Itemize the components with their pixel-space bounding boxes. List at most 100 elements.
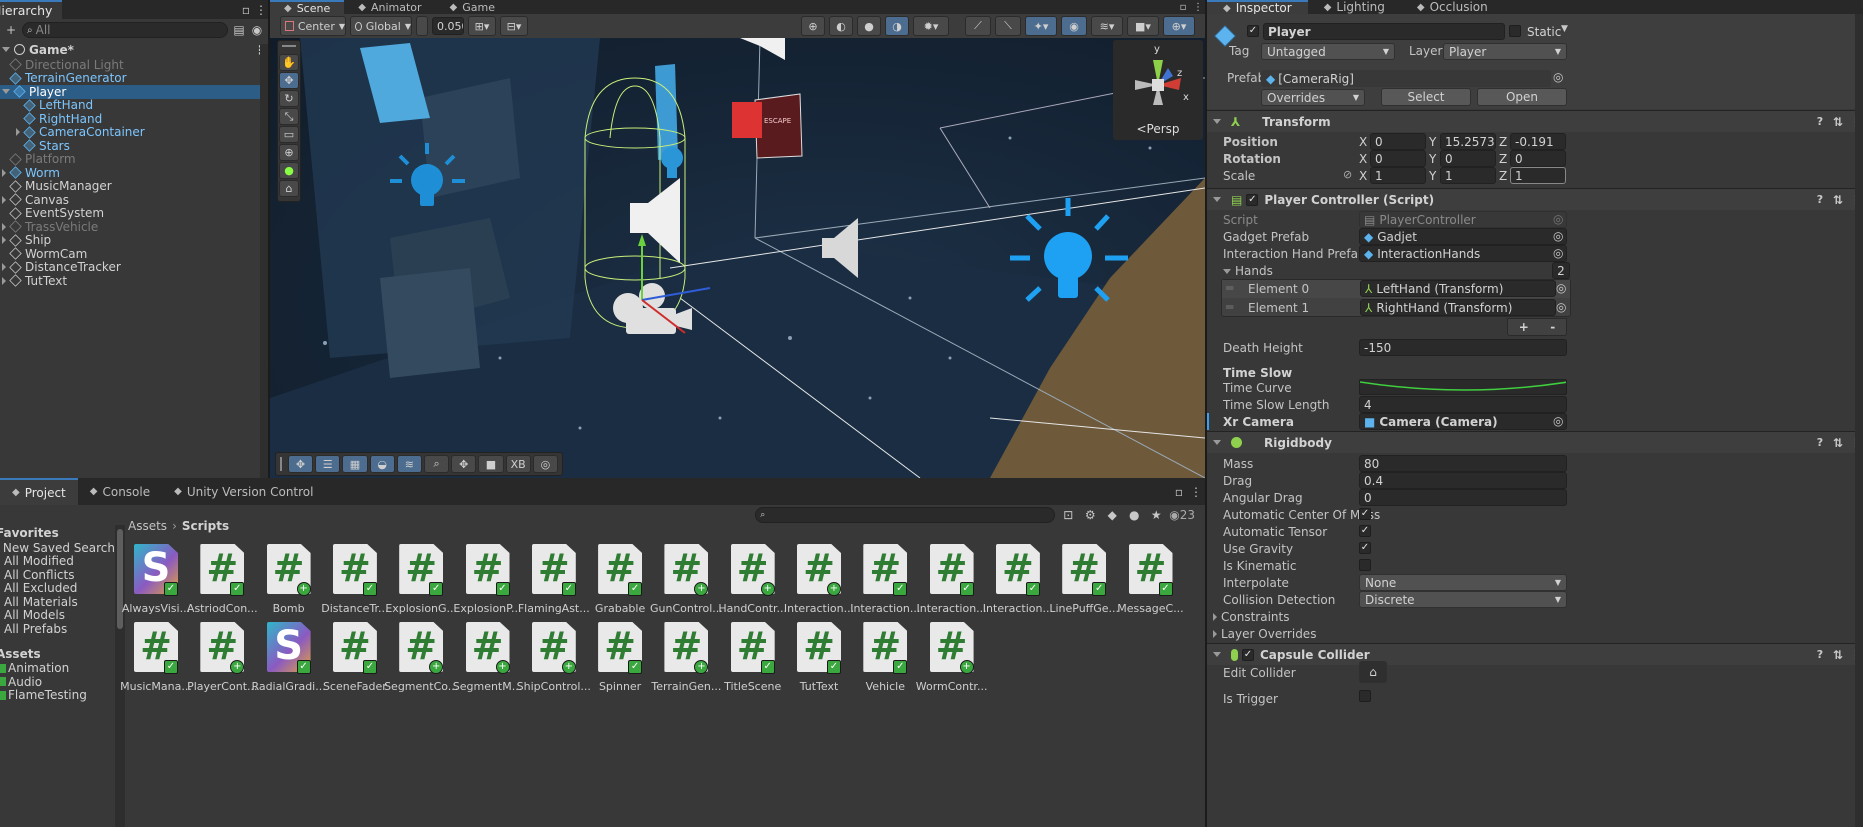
hierarchy-item[interactable]: MusicManager: [0, 179, 268, 193]
lock-icon[interactable]: ▫: [1175, 2, 1191, 13]
edit-collider-tool-icon[interactable]: ⌂: [279, 180, 299, 197]
preset-icon[interactable]: ⇅: [1829, 193, 1847, 207]
layer-dropdown[interactable]: Player ▼: [1443, 43, 1567, 60]
kebab-menu-icon[interactable]: ⋮: [1191, 2, 1205, 13]
foldout-open-icon[interactable]: [2, 47, 10, 52]
object-picker-icon[interactable]: ◎: [1553, 414, 1563, 428]
grid-snapping-dropdown[interactable]: ⊟▾: [500, 16, 528, 36]
drag-field[interactable]: 0.4: [1359, 472, 1567, 489]
projection-toggle[interactable]: <Persp: [1113, 122, 1203, 136]
hands-size-field[interactable]: 2: [1552, 262, 1570, 279]
asset-folder-item[interactable]: Animation: [0, 661, 115, 675]
hierarchy-item[interactable]: LeftHand: [0, 98, 268, 112]
active-checkbox[interactable]: ✓: [1247, 25, 1259, 37]
preset-icon[interactable]: ⇅: [1829, 436, 1847, 450]
scale-x-field[interactable]: 1: [1370, 167, 1426, 184]
favorite-item[interactable]: All Excluded: [0, 581, 115, 595]
scale-tool-icon[interactable]: ⤡: [279, 108, 299, 125]
script-asset[interactable]: # ✓ MessageC...: [1112, 544, 1190, 615]
interaction-hand-field[interactable]: ◆ InteractionHands: [1359, 245, 1567, 262]
overlay-compass-icon[interactable]: ◎: [532, 455, 558, 473]
kebab-menu-icon[interactable]: ⋮: [1187, 485, 1205, 499]
asset-folder-item[interactable]: FlameTesting: [0, 688, 115, 702]
mass-field[interactable]: 80: [1359, 455, 1567, 472]
object-picker-icon[interactable]: ◎: [1553, 212, 1563, 226]
move-tool-icon[interactable]: ✥: [279, 72, 299, 89]
static-dropdown-icon[interactable]: ▼: [1561, 24, 1568, 34]
hierarchy-item[interactable]: Platform: [0, 152, 268, 166]
time-slow-length-field[interactable]: 4: [1359, 396, 1567, 413]
inspector-scrollbar[interactable]: [1855, 14, 1863, 827]
overlay-camera-icon[interactable]: ■: [478, 455, 504, 473]
rotation-z-field[interactable]: 0: [1510, 150, 1566, 167]
angular-drag-field[interactable]: 0: [1359, 489, 1567, 506]
tab-console[interactable]: ◆ Console: [78, 478, 162, 505]
tab-game[interactable]: ◆ Game: [436, 0, 509, 14]
rotation-x-field[interactable]: 0: [1370, 150, 1426, 167]
drag-handle-icon[interactable]: ═: [1226, 300, 1233, 314]
favorite-item[interactable]: All Modified: [0, 554, 115, 568]
overlay-layers-icon[interactable]: ≋: [396, 455, 422, 473]
object-picker-icon[interactable]: ◎: [1556, 281, 1566, 295]
tab-animator[interactable]: ◆ Animator: [344, 0, 435, 14]
hierarchy-item[interactable]: Stars: [0, 139, 268, 153]
rigidbody-bool-checkbox[interactable]: ✓: [1359, 525, 1371, 537]
foldout-closed-icon[interactable]: [2, 222, 6, 231]
lock-icon[interactable]: ▫: [238, 3, 254, 17]
overrides-dropdown[interactable]: Overrides ▼: [1261, 89, 1365, 106]
tab-lighting[interactable]: ◆ Lighting: [1308, 0, 1401, 14]
open-button[interactable]: Open: [1477, 88, 1567, 106]
transform-tool-icon[interactable]: ⊕: [279, 144, 299, 161]
tab-scene[interactable]: ◆ Scene: [270, 0, 345, 15]
hierarchy-item[interactable]: TerrainGenerator›: [0, 71, 268, 85]
object-picker-icon[interactable]: ◎: [1553, 229, 1563, 243]
collision-detection-dropdown[interactable]: Discrete ▼: [1359, 591, 1567, 608]
hierarchy-item[interactable]: Player›: [0, 85, 268, 99]
foldout-closed-icon[interactable]: [2, 236, 6, 245]
tab-unity-version-control[interactable]: ◆ Unity Version Control: [162, 478, 325, 505]
custom-tool-icon[interactable]: ●: [279, 162, 299, 179]
hierarchy-item[interactable]: CameraContainer: [0, 125, 268, 139]
rotation-y-field[interactable]: 0: [1440, 150, 1496, 167]
hidden-packages-count[interactable]: ◉23: [1169, 508, 1195, 522]
scale-y-field[interactable]: 1: [1440, 167, 1496, 184]
foldout-open-icon[interactable]: [1223, 268, 1231, 274]
hierarchy-item[interactable]: Worm›: [0, 166, 268, 180]
scene-viewport[interactable]: ESCAPE ✋ ✥ ↻ ⤡ ▭ ⊕ ● ⌂ y z x <Persp ✥ ☰ …: [270, 38, 1205, 478]
orientation-gizmo[interactable]: y z x <Persp: [1113, 40, 1203, 140]
lock-icon[interactable]: ▫: [1171, 485, 1187, 499]
foldout-open-icon[interactable]: [2, 89, 10, 95]
element-1-field[interactable]: ⅄ RightHand (Transform): [1360, 299, 1556, 316]
hierarchy-item[interactable]: WormCam: [0, 247, 268, 261]
breadcrumb-scripts[interactable]: Scripts: [182, 519, 229, 533]
2d-toggle-icon[interactable]: ⟋: [965, 16, 991, 36]
axis-label[interactable]: Y: [1429, 169, 1436, 183]
scene-root[interactable]: Game* ⋮: [0, 41, 268, 58]
hierarchy-search[interactable]: ⌕ All: [22, 22, 228, 38]
visibility-icon[interactable]: ◉: [250, 23, 264, 37]
rigidbody-bool-checkbox[interactable]: ✓: [1359, 508, 1371, 520]
constrain-proportions-icon[interactable]: ⊘: [1343, 168, 1352, 181]
is-trigger-checkbox[interactable]: [1359, 690, 1371, 702]
filter-log-icon[interactable]: ●: [1125, 508, 1143, 522]
tab-occlusion[interactable]: ◆ Occlusion: [1401, 0, 1504, 14]
player-controller-header[interactable]: ▤ ✓ Player Controller (Script) ? ⇅ ⋮: [1207, 188, 1863, 210]
rotate-tool-icon[interactable]: ↻: [279, 90, 299, 107]
gadget-prefab-field[interactable]: ◆ Gadjet: [1359, 228, 1567, 245]
grid-snap-toggle[interactable]: [416, 16, 428, 36]
axis-label[interactable]: X: [1359, 152, 1367, 166]
help-icon[interactable]: ?: [1811, 436, 1829, 449]
position-x-field[interactable]: 0: [1370, 133, 1426, 150]
assets-header[interactable]: Assets: [0, 646, 115, 662]
foldout-closed-icon[interactable]: [2, 276, 6, 285]
favorite-item[interactable]: All Conflicts: [0, 568, 115, 582]
time-curve-field[interactable]: [1359, 379, 1567, 395]
hierarchy-item[interactable]: EventSystem: [0, 206, 268, 220]
element-0-field[interactable]: ⅄ LeftHand (Transform): [1360, 280, 1556, 297]
script-asset[interactable]: # + WormContr...: [913, 622, 991, 693]
wireframe-icon[interactable]: ◐: [829, 16, 853, 36]
foldout-closed-icon[interactable]: [2, 195, 6, 204]
gizmos-dropdown[interactable]: ⊕▾: [1163, 16, 1195, 36]
grid-visibility-dropdown[interactable]: ⊞▾: [468, 16, 496, 36]
favorite-item[interactable]: New Saved Search: [0, 541, 115, 555]
